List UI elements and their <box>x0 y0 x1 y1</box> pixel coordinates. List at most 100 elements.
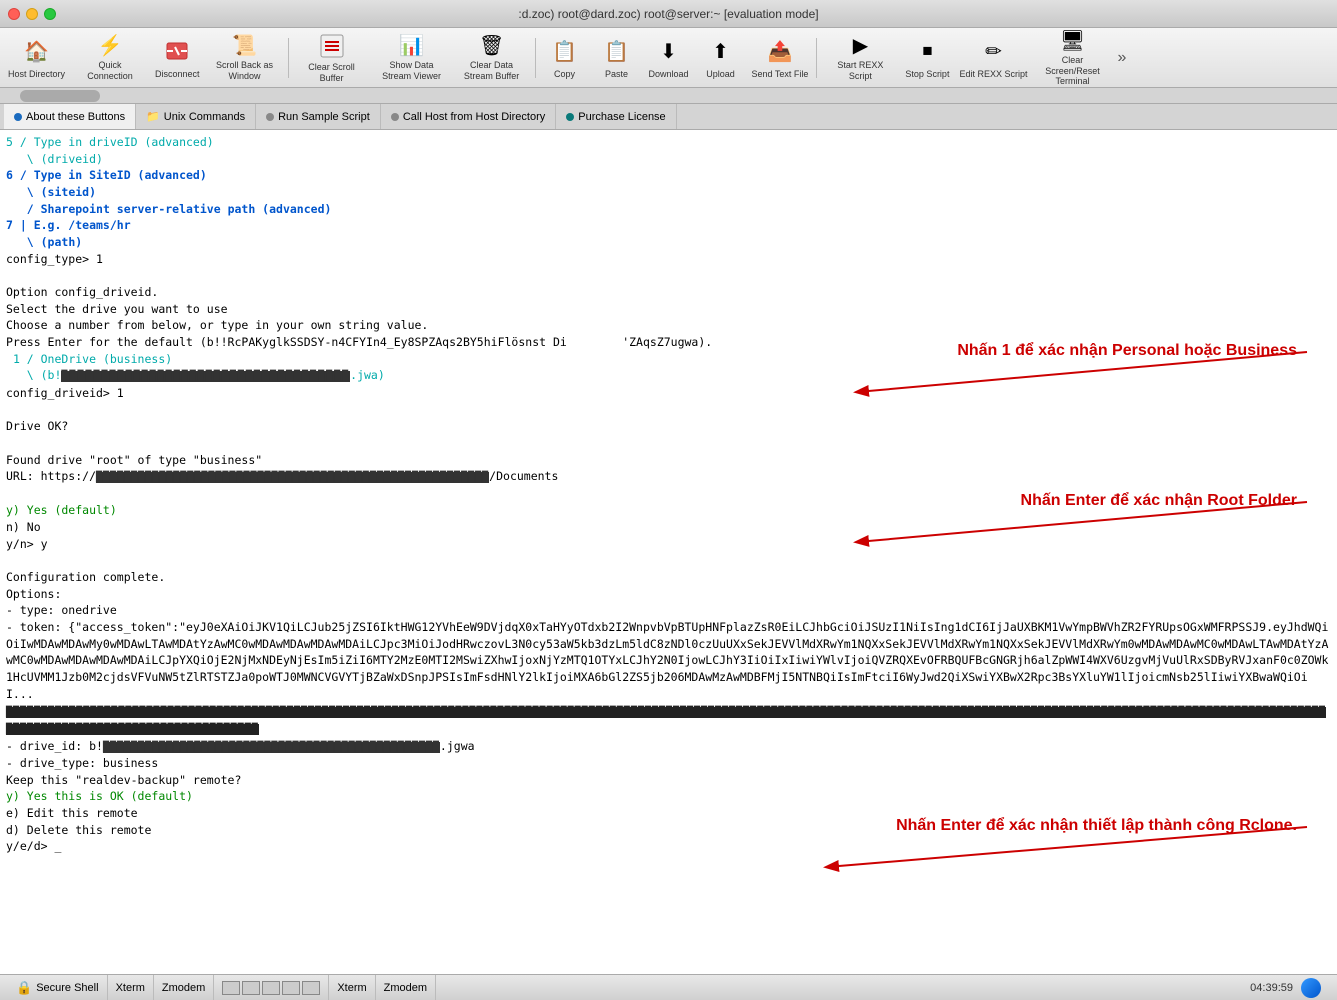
annotation-3: Nhấn Enter để xác nhận thiết lập thành c… <box>777 815 1327 877</box>
tab-run-sample[interactable]: Run Sample Script <box>256 104 381 129</box>
folder-icon-unix: 📁 <box>146 110 160 123</box>
edit-rexx-button[interactable]: ✏ Edit REXX Script <box>955 32 1031 84</box>
tab-purchase[interactable]: Purchase License <box>556 104 676 129</box>
disconnect-button[interactable]: Disconnect <box>151 32 204 84</box>
scroll-thumb[interactable] <box>20 90 100 102</box>
tab-unix-commands[interactable]: 📁 Unix Commands <box>136 104 256 129</box>
terminal-output[interactable]: 5 / Type in driveID (advanced) \ (drivei… <box>0 130 1337 974</box>
start-rexx-button[interactable]: ▶ Start REXX Script <box>821 32 899 84</box>
show-data-stream-button[interactable]: 📊 Show Data Stream Viewer <box>373 32 451 84</box>
status-xterm-1[interactable]: Xterm <box>108 975 154 1000</box>
tab-label-about: About these Buttons <box>26 111 125 123</box>
host-directory-button[interactable]: 🏠 Host Directory <box>4 32 69 84</box>
toolbar: 🏠 Host Directory ⚡ Quick Connection Disc… <box>0 28 1337 88</box>
annotation-text-1: Nhấn 1 để xác nhận Personal hoặc Busines… <box>957 340 1297 362</box>
clear-screen-button[interactable]: 🖥 Clear Screen/Reset Terminal <box>1033 32 1111 84</box>
upload-label: Upload <box>706 69 735 80</box>
clear-data-stream-icon: 🗑 <box>476 33 508 58</box>
stop-script-label: Stop Script <box>905 69 949 80</box>
scroll-back-button[interactable]: 📜 Scroll Back as Window <box>206 32 284 84</box>
upload-icon: ⬆ <box>705 35 737 67</box>
tab-label-sample: Run Sample Script <box>278 111 370 123</box>
status-secure-shell-label: Secure Shell <box>36 982 98 994</box>
edit-rexx-label: Edit REXX Script <box>959 69 1027 80</box>
start-rexx-label: Start REXX Script <box>825 60 895 82</box>
host-directory-label: Host Directory <box>8 69 65 80</box>
clear-scroll-buffer-label: Clear Scroll Buffer <box>297 62 367 84</box>
toolbar-separator <box>288 38 289 78</box>
tab-bar: About these Buttons 📁 Unix Commands Run … <box>0 104 1337 130</box>
edit-rexx-icon: ✏ <box>977 35 1009 67</box>
toolbar-separator-3 <box>816 38 817 78</box>
clear-scroll-buffer-button[interactable]: Clear Scroll Buffer <box>293 32 371 84</box>
clear-data-stream-label: Clear Data Stream Buffer <box>457 60 527 82</box>
status-box-4 <box>282 981 300 995</box>
clear-screen-label: Clear Screen/Reset Terminal <box>1037 55 1107 87</box>
host-directory-icon: 🏠 <box>21 35 53 67</box>
status-xterm-1-label: Xterm <box>116 982 145 994</box>
show-data-stream-icon: 📊 <box>396 33 428 58</box>
copy-button[interactable]: 📋 Copy <box>540 32 590 84</box>
paste-label: Paste <box>605 69 628 80</box>
close-button[interactable] <box>8 8 20 20</box>
annotation-1: Nhấn 1 để xác nhận Personal hoặc Busines… <box>807 340 1327 402</box>
status-xterm-2[interactable]: Xterm <box>329 975 375 1000</box>
tab-dot-call <box>391 113 399 121</box>
copy-icon: 📋 <box>549 35 581 67</box>
upload-button[interactable]: ⬆ Upload <box>696 32 746 84</box>
status-clock: 04:39:59 <box>1250 978 1329 998</box>
annotation-2: Nhấn Enter để xác nhận Root Folder <box>807 490 1327 552</box>
status-zmodem-1[interactable]: Zmodem <box>154 975 214 1000</box>
scroll-indicator <box>0 88 1337 104</box>
status-zmodem-2[interactable]: Zmodem <box>376 975 436 1000</box>
tab-about-buttons[interactable]: About these Buttons <box>4 104 136 129</box>
quick-connection-icon: ⚡ <box>94 33 126 58</box>
start-rexx-icon: ▶ <box>844 33 876 58</box>
stop-script-icon: ⏹ <box>911 35 943 67</box>
title-bar: :d.zoc) root@dard.zoc) root@server:~ [ev… <box>0 0 1337 28</box>
clear-data-stream-button[interactable]: 🗑 Clear Data Stream Buffer <box>453 32 531 84</box>
window-title: :d.zoc) root@dard.zoc) root@server:~ [ev… <box>518 7 818 21</box>
status-indicator-boxes <box>214 975 329 1000</box>
status-box-2 <box>242 981 260 995</box>
clear-scroll-buffer-icon <box>316 32 348 60</box>
tab-call-host[interactable]: Call Host from Host Directory <box>381 104 556 129</box>
download-button[interactable]: ⬇ Download <box>644 32 694 84</box>
minimize-button[interactable] <box>26 8 38 20</box>
stop-script-button[interactable]: ⏹ Stop Script <box>901 32 953 84</box>
status-box-1 <box>222 981 240 995</box>
quick-connection-button[interactable]: ⚡ Quick Connection <box>71 32 149 84</box>
maximize-button[interactable] <box>44 8 56 20</box>
toolbar-more-button[interactable]: » <box>1113 49 1130 67</box>
rclone-logo <box>1301 978 1321 998</box>
download-label: Download <box>649 69 689 80</box>
paste-button[interactable]: 📋 Paste <box>592 32 642 84</box>
send-text-file-button[interactable]: 📤 Send Text File <box>748 32 813 84</box>
tab-label-purchase: Purchase License <box>578 111 665 123</box>
status-box-5 <box>302 981 320 995</box>
paste-icon: 📋 <box>601 35 633 67</box>
traffic-lights <box>8 8 56 20</box>
status-box-3 <box>262 981 280 995</box>
status-bar: 🔒 Secure Shell Xterm Zmodem Xterm Zmodem… <box>0 974 1337 1000</box>
show-data-stream-label: Show Data Stream Viewer <box>377 60 447 82</box>
tab-label-unix: Unix Commands <box>164 111 245 123</box>
annotation-text-3: Nhấn Enter để xác nhận thiết lập thành c… <box>896 815 1297 837</box>
status-time-value: 04:39:59 <box>1250 982 1293 994</box>
tab-dot-purchase <box>566 113 574 121</box>
status-zmodem-2-label: Zmodem <box>384 982 427 994</box>
status-secure-shell[interactable]: 🔒 Secure Shell <box>8 975 108 1000</box>
clear-screen-icon: 🖥 <box>1056 28 1088 53</box>
send-text-file-icon: 📤 <box>764 35 796 67</box>
toolbar-separator-2 <box>535 38 536 78</box>
tab-dot-sample <box>266 113 274 121</box>
download-icon: ⬇ <box>653 35 685 67</box>
status-zmodem-1-label: Zmodem <box>162 982 205 994</box>
copy-label: Copy <box>554 69 575 80</box>
annotation-text-2: Nhấn Enter để xác nhận Root Folder <box>1021 490 1297 512</box>
secure-shell-icon: 🔒 <box>16 980 32 996</box>
disconnect-icon <box>161 35 193 67</box>
scroll-back-label: Scroll Back as Window <box>210 60 280 82</box>
scroll-back-icon: 📜 <box>229 33 261 58</box>
tab-dot-about <box>14 113 22 121</box>
